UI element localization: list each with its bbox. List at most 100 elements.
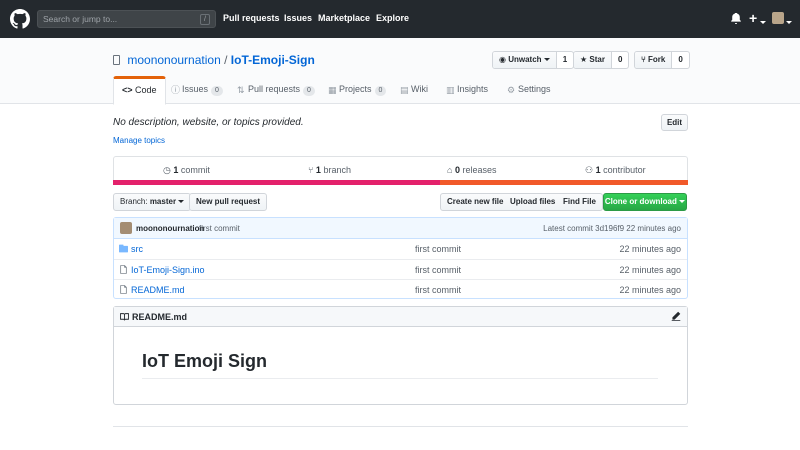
tab-code[interactable]: <> Code: [113, 76, 166, 105]
watch-button-group: ◉ Unwatch 1: [492, 51, 575, 69]
file-commit-message-link[interactable]: first commit: [415, 265, 461, 275]
chevron-down-icon: [543, 58, 550, 62]
watch-count[interactable]: 1: [557, 52, 573, 68]
tab-issues[interactable]: ⓘ Issues 0: [171, 76, 223, 104]
commit-message-link[interactable]: first commit: [199, 224, 240, 233]
user-avatar[interactable]: [772, 12, 784, 24]
manage-topics-link[interactable]: Manage topics: [113, 136, 165, 145]
table-row: README.md first commit 22 minutes ago: [114, 279, 687, 299]
projects-count: 0: [374, 86, 387, 96]
footer-divider: [113, 426, 688, 427]
project-icon: ▦: [328, 85, 337, 95]
latest-commit-info[interactable]: Latest commit 3d196f9 22 minutes ago: [543, 224, 681, 233]
language-bar-segment[interactable]: [440, 180, 688, 185]
nav-explore[interactable]: Explore: [376, 13, 409, 23]
language-bar[interactable]: [113, 180, 688, 185]
chevron-down-icon: [178, 200, 185, 204]
create-new-file-button[interactable]: Create new file: [440, 193, 511, 211]
tab-settings[interactable]: ⚙ Settings: [507, 76, 551, 104]
chevron-down-icon[interactable]: [760, 17, 766, 27]
file-table: moononournation first commit Latest comm…: [113, 217, 688, 299]
book-icon: ▤: [400, 85, 409, 95]
fork-button-group: ⑂ Fork 0: [634, 51, 690, 69]
readme-divider: [142, 378, 658, 379]
issues-count: 0: [211, 86, 223, 96]
star-icon: ★: [580, 55, 590, 64]
fork-button[interactable]: ⑂ Fork: [635, 52, 673, 68]
new-pull-request-button[interactable]: New pull request: [189, 193, 268, 211]
language-bar-segment[interactable]: [113, 180, 440, 185]
clone-or-download-button[interactable]: Clone or download: [603, 193, 687, 211]
repo-owner-link[interactable]: moononournation: [127, 53, 220, 67]
contributors-link[interactable]: ⚇ 1 contributor: [585, 165, 646, 176]
file-name-link[interactable]: README.md: [131, 285, 185, 295]
fork-count[interactable]: 0: [672, 52, 688, 68]
git-pull-request-icon: ⇅: [237, 85, 245, 95]
file-commit-message-link[interactable]: first commit: [415, 244, 461, 254]
file-icon: [120, 265, 127, 274]
commits-link[interactable]: ◷ 1 commit: [163, 165, 210, 176]
find-file-button[interactable]: Find File: [557, 193, 603, 211]
book-icon: [120, 313, 129, 321]
latest-commit-bar: moononournation first commit Latest comm…: [114, 218, 687, 239]
tab-insights[interactable]: ▥ Insights: [446, 76, 488, 104]
git-branch-icon: ⑂: [308, 165, 316, 175]
repo-title-separator: /: [224, 53, 228, 67]
history-icon: ◷: [163, 165, 174, 175]
avatar[interactable]: [120, 222, 132, 234]
readme-panel: README.md IoT Emoji Sign: [113, 306, 688, 405]
people-icon: ⚇: [585, 165, 596, 175]
chevron-down-icon[interactable]: [786, 17, 792, 27]
repo-header: moononournation / IoT-Emoji-Sign ◉ Unwat…: [0, 38, 800, 105]
fork-icon: ⑂: [641, 55, 649, 64]
create-new-icon[interactable]: +: [749, 10, 757, 26]
file-name-link[interactable]: IoT-Emoji-Sign.ino: [131, 265, 205, 275]
search-placeholder: Search or jump to...: [43, 14, 118, 24]
star-button-group: ★ Star 0: [573, 51, 630, 69]
tag-icon: ⌂: [447, 165, 455, 175]
tab-wiki[interactable]: ▤ Wiki: [400, 76, 428, 104]
search-input[interactable]: Search or jump to... /: [37, 10, 216, 28]
file-name-link[interactable]: src: [131, 244, 143, 254]
graph-icon: ▥: [446, 85, 455, 95]
star-count[interactable]: 0: [612, 52, 628, 68]
unwatch-button[interactable]: ◉ Unwatch: [493, 52, 557, 68]
star-button[interactable]: ★ Star: [574, 52, 612, 68]
search-shortcut-key: /: [200, 14, 210, 25]
repo-title: moononournation / IoT-Emoji-Sign: [113, 53, 315, 67]
gear-icon: ⚙: [507, 85, 516, 95]
file-age: 22 minutes ago: [619, 285, 681, 295]
file-age: 22 minutes ago: [619, 244, 681, 254]
nav-marketplace[interactable]: Marketplace: [318, 13, 370, 23]
issue-opened-icon: ⓘ: [171, 85, 181, 95]
tab-pull-requests[interactable]: ⇅ Pull requests 0: [237, 76, 315, 104]
repo-icon: [113, 55, 120, 65]
branch-select-button[interactable]: Branch: master: [113, 193, 192, 211]
nav-pull-requests[interactable]: Pull requests: [223, 13, 280, 23]
releases-link[interactable]: ⌂ 0 releases: [447, 165, 497, 175]
branches-link[interactable]: ⑂ 1 branch: [308, 165, 351, 175]
file-icon: [120, 285, 127, 294]
file-commit-message-link[interactable]: first commit: [415, 285, 461, 295]
readme-header: README.md: [114, 307, 687, 327]
nav-issues[interactable]: Issues: [284, 13, 312, 23]
eye-icon: ◉: [499, 55, 509, 64]
pencil-icon[interactable]: [671, 311, 681, 321]
readme-file-label: README.md: [132, 312, 188, 322]
file-age: 22 minutes ago: [619, 265, 681, 275]
table-row: src first commit 22 minutes ago: [114, 239, 687, 259]
upload-files-button[interactable]: Upload files: [504, 193, 563, 211]
chevron-down-icon: [679, 200, 686, 204]
folder-icon: [119, 244, 128, 253]
tab-projects[interactable]: ▦ Projects 0: [328, 76, 387, 104]
commit-author-link[interactable]: moononournation: [136, 224, 204, 233]
bell-icon[interactable]: [731, 13, 741, 24]
edit-description-button[interactable]: Edit: [661, 114, 688, 131]
repo-name-link[interactable]: IoT-Emoji-Sign: [231, 53, 315, 67]
code-icon: <>: [122, 85, 136, 95]
top-navbar: Search or jump to... / Pull requests Iss…: [0, 0, 800, 38]
pull-requests-count: 0: [303, 86, 315, 96]
repo-description: No description, website, or topics provi…: [113, 117, 304, 128]
github-logo-icon[interactable]: [10, 9, 30, 29]
readme-heading: IoT Emoji Sign: [142, 351, 267, 371]
